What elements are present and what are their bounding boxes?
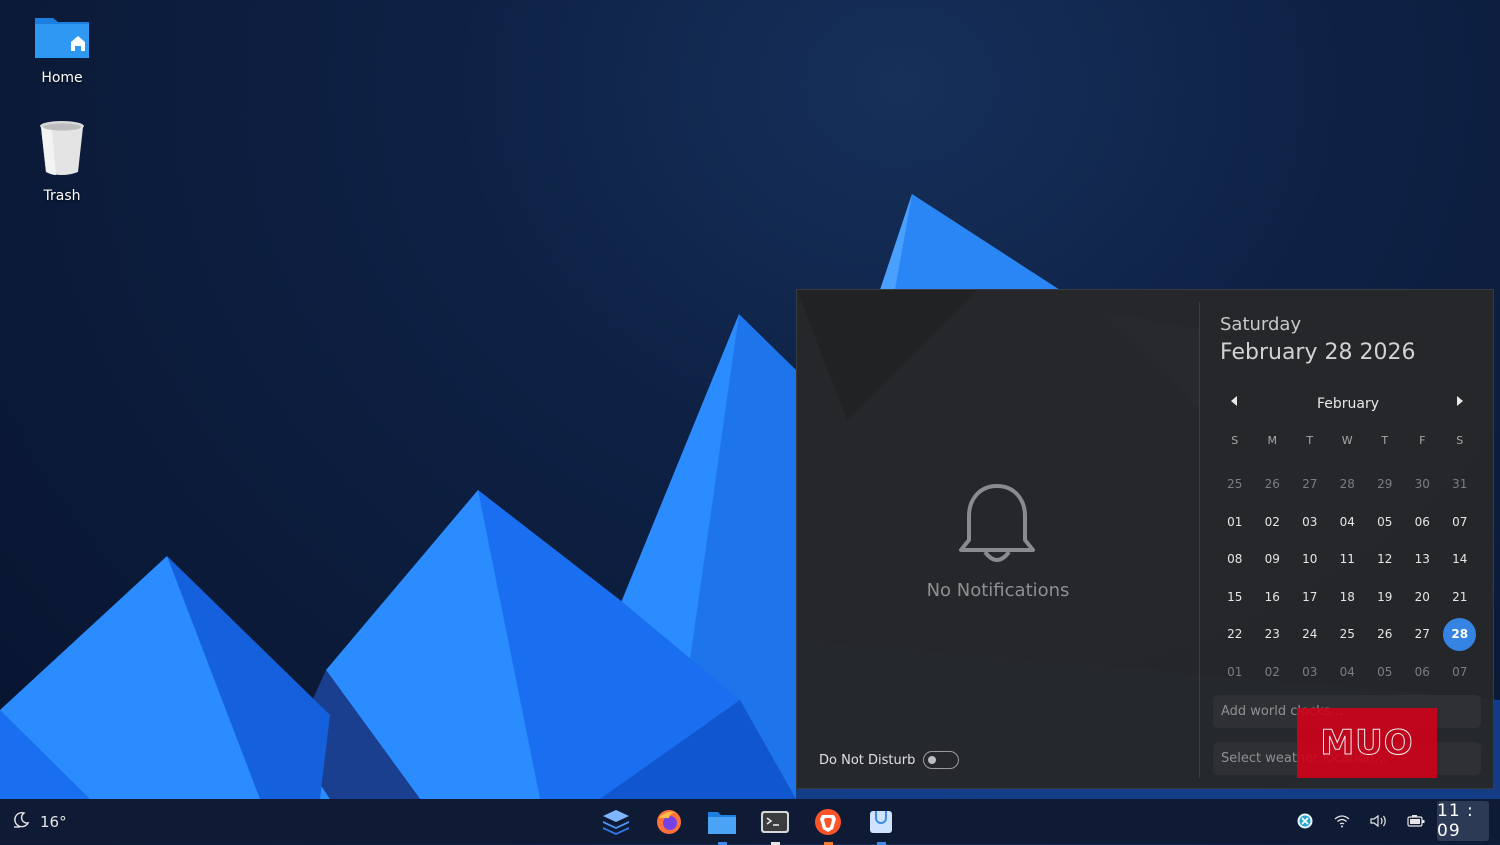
wifi-icon[interactable]: [1333, 811, 1351, 831]
no-notifications-text: No Notifications: [926, 580, 1070, 601]
calendar-day[interactable]: 04: [1329, 653, 1367, 691]
calendar-day[interactable]: 27: [1404, 616, 1442, 654]
weekday-header: M: [1267, 433, 1278, 447]
volume-icon[interactable]: [1370, 811, 1388, 831]
update-icon[interactable]: [1296, 811, 1314, 831]
calendar-day[interactable]: 02: [1254, 503, 1292, 541]
calendar-day[interactable]: 16: [1254, 578, 1292, 616]
desktop-icon-label: Home: [41, 70, 83, 86]
terminal-icon[interactable]: [757, 805, 793, 845]
do-not-disturb-toggle[interactable]: [923, 751, 960, 769]
calendar-day[interactable]: 17: [1291, 578, 1329, 616]
full-date-heading[interactable]: February 28 2026: [1220, 340, 1415, 365]
calendar-day[interactable]: 25: [1216, 466, 1254, 504]
month-label[interactable]: February: [1218, 396, 1478, 412]
calendar-day[interactable]: 25: [1329, 616, 1367, 654]
calendar-day[interactable]: 07: [1441, 653, 1479, 691]
desktop-icon-home[interactable]: Home: [17, 12, 107, 86]
app-dock: [598, 805, 899, 845]
calendar-day[interactable]: 24: [1291, 616, 1329, 654]
calendar-day[interactable]: 12: [1366, 541, 1404, 579]
weekday-header: S: [1231, 433, 1239, 447]
weather-night-icon: [12, 811, 30, 833]
calendar-day[interactable]: 03: [1291, 653, 1329, 691]
weekday-header: S: [1456, 433, 1464, 447]
calendar-day[interactable]: 04: [1329, 503, 1367, 541]
desktop-icon-trash[interactable]: Trash: [17, 120, 107, 204]
calendar-day[interactable]: 05: [1366, 503, 1404, 541]
calendar-day[interactable]: 28: [1329, 466, 1367, 504]
calendar-day[interactable]: 11: [1329, 541, 1367, 579]
muo-watermark-logo: MUO: [1297, 708, 1437, 778]
calendar-day[interactable]: 26: [1366, 616, 1404, 654]
calendar-day[interactable]: 22: [1216, 616, 1254, 654]
calendar-grid: S M T W T F S 25 26 27 28 29 30 31 01 02 03 04 05 06 07 08 09 1…: [1216, 428, 1479, 691]
bell-icon: [955, 480, 1039, 574]
calendar-day[interactable]: 13: [1404, 541, 1442, 579]
clock-button[interactable]: 11 : 09: [1437, 801, 1489, 841]
do-not-disturb: Do Not Disturb: [819, 751, 960, 769]
calendar-day[interactable]: 21: [1441, 578, 1479, 616]
next-month-icon[interactable]: [1457, 396, 1463, 406]
toggle-knob: [928, 756, 937, 764]
brave-icon[interactable]: [810, 805, 846, 845]
weekday-heading: Saturday: [1220, 314, 1302, 335]
month-navigation: February: [1218, 392, 1478, 416]
calendar-day[interactable]: 18: [1329, 578, 1367, 616]
calendar-day[interactable]: 07: [1441, 503, 1479, 541]
calendar-day[interactable]: 15: [1216, 578, 1254, 616]
home-folder-icon: [17, 12, 107, 64]
calendar-day[interactable]: 06: [1404, 503, 1442, 541]
calendar-day[interactable]: 19: [1366, 578, 1404, 616]
weekday-header: F: [1419, 433, 1426, 447]
calendar-day[interactable]: 29: [1366, 466, 1404, 504]
notifications-area: No Notifications Do Not Disturb: [797, 290, 1199, 788]
calendar-day[interactable]: 31: [1441, 466, 1479, 504]
calendar-day[interactable]: 14: [1441, 541, 1479, 579]
temperature-label: 16°: [40, 813, 67, 831]
taskbar: 16° 11: 09: [0, 799, 1500, 845]
files-icon[interactable]: [704, 805, 740, 845]
calendar-day[interactable]: 27: [1291, 466, 1329, 504]
calendar-day[interactable]: 23: [1254, 616, 1292, 654]
stack-app-icon[interactable]: [598, 805, 634, 839]
calendar-day-today[interactable]: 28: [1441, 616, 1479, 654]
calendar-day[interactable]: 09: [1254, 541, 1292, 579]
trash-icon: [17, 120, 107, 182]
weekday-header: W: [1341, 433, 1353, 447]
calendar-day[interactable]: 06: [1404, 653, 1442, 691]
weekday-header: T: [1306, 433, 1314, 447]
calendar-day[interactable]: 03: [1291, 503, 1329, 541]
desktop-icon-label: Trash: [43, 188, 81, 204]
calendar-day[interactable]: 05: [1366, 653, 1404, 691]
weekday-header: T: [1381, 433, 1389, 447]
calendar-day[interactable]: 02: [1254, 653, 1292, 691]
calendar-day[interactable]: 01: [1216, 503, 1254, 541]
calendar-day[interactable]: 26: [1254, 466, 1292, 504]
today-highlight: 28: [1443, 617, 1477, 651]
software-store-icon[interactable]: [863, 805, 899, 845]
calendar-day[interactable]: 20: [1404, 578, 1442, 616]
calendar-day[interactable]: 30: [1404, 466, 1442, 504]
calendar-day[interactable]: 01: [1216, 653, 1254, 691]
calendar-day[interactable]: 10: [1291, 541, 1329, 579]
calendar-day[interactable]: 08: [1216, 541, 1254, 579]
weather-widget[interactable]: 16°: [12, 811, 67, 833]
battery-icon[interactable]: [1407, 811, 1425, 831]
system-tray: [1296, 811, 1425, 831]
firefox-icon[interactable]: [651, 805, 687, 839]
do-not-disturb-label: Do Not Disturb: [819, 752, 916, 768]
